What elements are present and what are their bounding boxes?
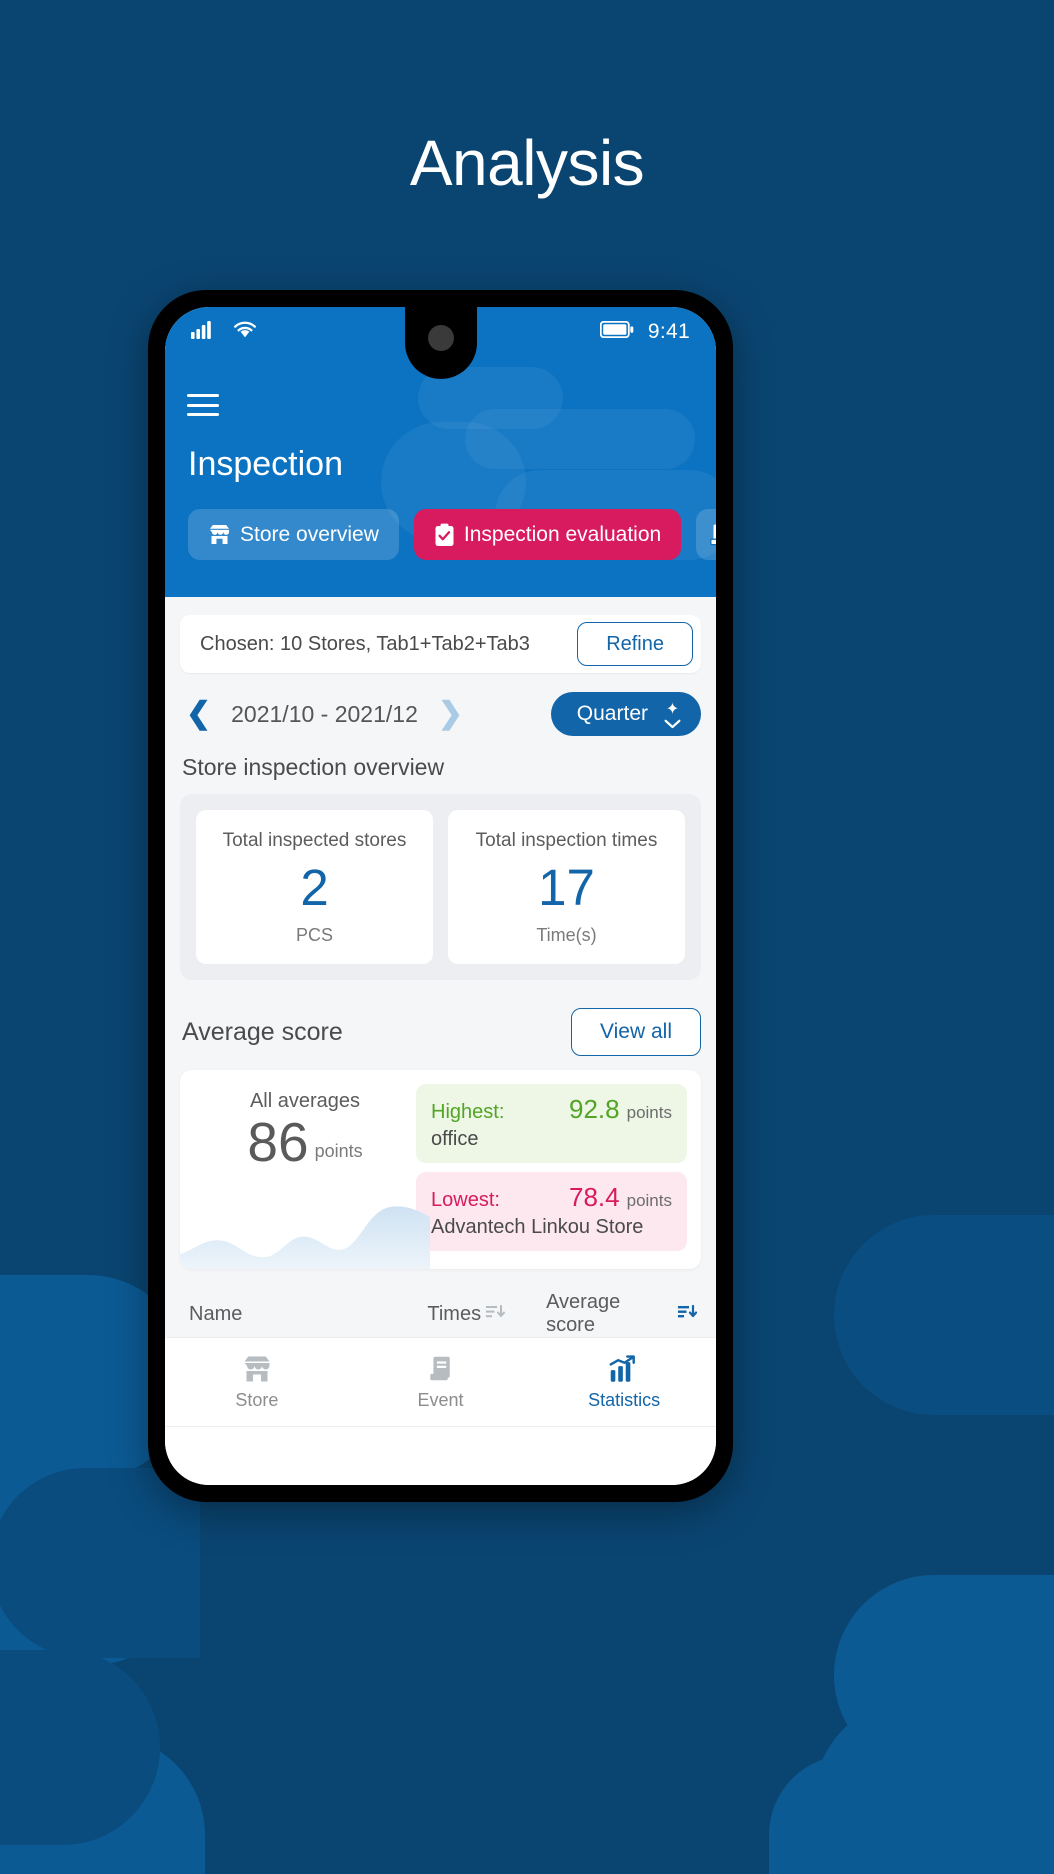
column-header-name: Name: [189, 1302, 243, 1325]
column-header-average-score[interactable]: Average score: [546, 1291, 701, 1337]
bottom-navigation: Store Event Statistics: [165, 1337, 716, 1427]
highest-score: 92.8: [569, 1094, 620, 1124]
status-bar-time: 9:41: [647, 320, 690, 343]
front-camera-icon: [427, 325, 454, 351]
nav-item-event-label: Event: [417, 1389, 464, 1410]
app-title: Inspection: [188, 445, 343, 483]
nav-item-store[interactable]: Store: [165, 1338, 349, 1426]
date-range-selector: ❮ 2021/10 - 2021/12 ❯ Quarter ✦: [180, 692, 701, 736]
stat-unit: Time(s): [536, 925, 597, 945]
column-header-average-score-label: Average score: [546, 1291, 621, 1336]
tab-reports[interactable]: [696, 509, 716, 560]
average-score-card: All averages 86 points Highest: 92.8 poi…: [180, 1070, 701, 1269]
stat-unit: PCS: [295, 925, 333, 945]
date-range-label: 2021/10 - 2021/12: [231, 700, 418, 727]
phone-screen: 9:41 Inspection Store overview Inspectio…: [165, 307, 716, 1485]
document-list-icon: [709, 523, 716, 547]
highest-store-name: office: [431, 1128, 479, 1150]
stat-title: Total inspected stores: [222, 830, 407, 851]
clipboard-check-icon: [434, 523, 455, 547]
deco-blob-right-3: [814, 1700, 1054, 1874]
main-content: Chosen: 10 Stores, Tab1+Tab2+Tab3 Refine…: [165, 597, 716, 1385]
highest-score-pill: Highest: 92.8 points office: [416, 1084, 687, 1163]
tab-store-overview-label: Store overview: [240, 522, 379, 546]
chevron-left-icon[interactable]: ❮: [180, 699, 217, 729]
battery-icon: [599, 320, 634, 343]
storefront-icon: [208, 524, 231, 545]
chevron-right-icon[interactable]: ❯: [432, 699, 469, 729]
table-header: Name Times Average score: [180, 1291, 701, 1337]
nav-item-statistics-label: Statistics: [588, 1389, 661, 1410]
all-averages-label: All averages: [249, 1090, 361, 1112]
lowest-score-pill: Lowest: 78.4 points Advantech Linkou Sto…: [416, 1172, 687, 1251]
filter-bar: Chosen: 10 Stores, Tab1+Tab2+Tab3 Refine: [180, 615, 701, 673]
lowest-score: 78.4: [569, 1182, 620, 1212]
phone-mockup: 9:41 Inspection Store overview Inspectio…: [148, 290, 733, 1502]
page-title: Analysis: [409, 127, 645, 199]
period-dropdown[interactable]: Quarter ✦: [550, 692, 701, 736]
all-averages-unit: points: [314, 1141, 363, 1161]
overview-cards-container: Total inspected stores 2 PCS Total inspe…: [180, 794, 701, 980]
period-dropdown-label: Quarter: [576, 702, 648, 725]
nav-item-statistics[interactable]: Statistics: [532, 1338, 716, 1426]
stat-card-total-inspected-stores: Total inspected stores 2 PCS: [196, 810, 433, 964]
nav-item-store-label: Store: [235, 1389, 279, 1410]
all-averages-panel: All averages 86 points: [180, 1084, 430, 1269]
highest-label: Highest:: [431, 1101, 505, 1123]
tab-inspection-evaluation-label: Inspection evaluation: [463, 522, 662, 546]
highest-lowest-panel: Highest: 92.8 points office Lowest: 78.4…: [416, 1084, 687, 1251]
deco-blob-left-4: [0, 1650, 160, 1845]
chosen-filter-text: Chosen: 10 Stores, Tab1+Tab2+Tab3: [200, 632, 530, 655]
deco-blob-left-5: [0, 1735, 205, 1874]
tab-bar: Store overview Inspection evaluation: [188, 509, 716, 560]
overview-section-label: Store inspection overview: [182, 754, 445, 780]
stat-value: 2: [300, 859, 329, 916]
stat-card-total-inspection-times: Total inspection times 17 Time(s): [448, 810, 685, 964]
column-header-times[interactable]: Times: [427, 1303, 546, 1326]
home-indicator-area: [165, 1427, 716, 1485]
tab-inspection-evaluation[interactable]: Inspection evaluation: [413, 509, 682, 560]
chevron-down-icon: ✦: [664, 699, 681, 729]
lowest-unit: points: [626, 1191, 672, 1210]
sort-descending-icon: [486, 1303, 506, 1326]
deco-blob-right-4: [769, 1755, 999, 1874]
average-score-title: Average score: [182, 1017, 343, 1046]
stat-value: 17: [538, 859, 595, 916]
sort-descending-icon: [678, 1303, 698, 1326]
document-list-icon: [427, 1354, 455, 1384]
lowest-store-name: Advantech Linkou Store: [431, 1216, 644, 1238]
hamburger-menu-icon[interactable]: [187, 394, 219, 416]
nav-item-event[interactable]: Event: [349, 1338, 533, 1426]
all-averages-value: 86: [247, 1111, 309, 1173]
bar-chart-trend-icon: [609, 1354, 639, 1384]
storefront-icon: [242, 1354, 272, 1384]
stat-title: Total inspection times: [475, 830, 658, 851]
camera-notch: [404, 307, 477, 379]
cellular-signal-icon: [191, 320, 215, 344]
deco-blob-left-3: [0, 1470, 190, 1665]
highest-unit: points: [626, 1103, 672, 1122]
column-header-times-label: Times: [427, 1302, 482, 1325]
view-all-button[interactable]: View all: [571, 1008, 701, 1056]
lowest-label: Lowest:: [431, 1189, 500, 1211]
tab-store-overview[interactable]: Store overview: [188, 509, 399, 560]
deco-blob-right-2: [834, 1575, 1054, 1775]
status-bar: 9:41: [165, 307, 716, 379]
average-score-sparkline: [180, 1206, 430, 1269]
deco-blob-right-1: [834, 1215, 1054, 1415]
wifi-icon: [233, 321, 257, 344]
app-header: 9:41 Inspection Store overview Inspectio…: [165, 307, 716, 597]
average-score-header: Average score View all: [182, 1008, 701, 1056]
deco-blob-left-2: [0, 1468, 200, 1658]
refine-button[interactable]: Refine: [577, 622, 693, 666]
